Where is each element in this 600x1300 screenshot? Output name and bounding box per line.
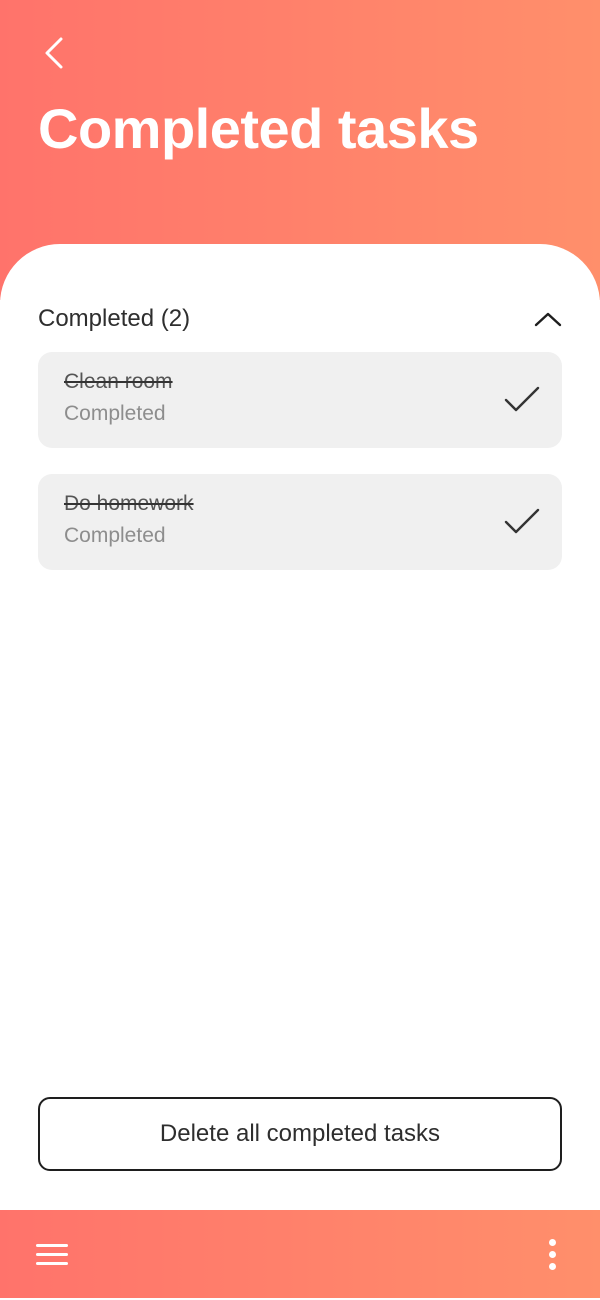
task-name: Clean room [64,370,173,393]
checkmark-icon[interactable] [502,382,542,418]
checkmark-icon[interactable] [502,504,542,540]
page-title: Completed tasks [38,97,479,160]
section-title: Completed (2) [38,305,191,332]
task-status: Completed [64,402,166,425]
bottom-bar [0,1210,600,1298]
chevron-left-icon [45,37,63,69]
more-vertical-icon[interactable] [544,1236,560,1272]
task-status: Completed [64,524,166,547]
delete-all-completed-button[interactable]: Delete all completed tasks [38,1097,562,1171]
back-button[interactable] [34,33,74,73]
chevron-up-icon[interactable] [534,305,562,333]
task-item-clean-room[interactable]: Clean room Completed [38,352,562,448]
completed-section-header[interactable]: Completed (2) [38,300,562,338]
hamburger-menu-icon[interactable] [36,1236,72,1272]
task-name: Do homework [64,492,194,515]
task-item-do-homework[interactable]: Do homework Completed [38,474,562,570]
